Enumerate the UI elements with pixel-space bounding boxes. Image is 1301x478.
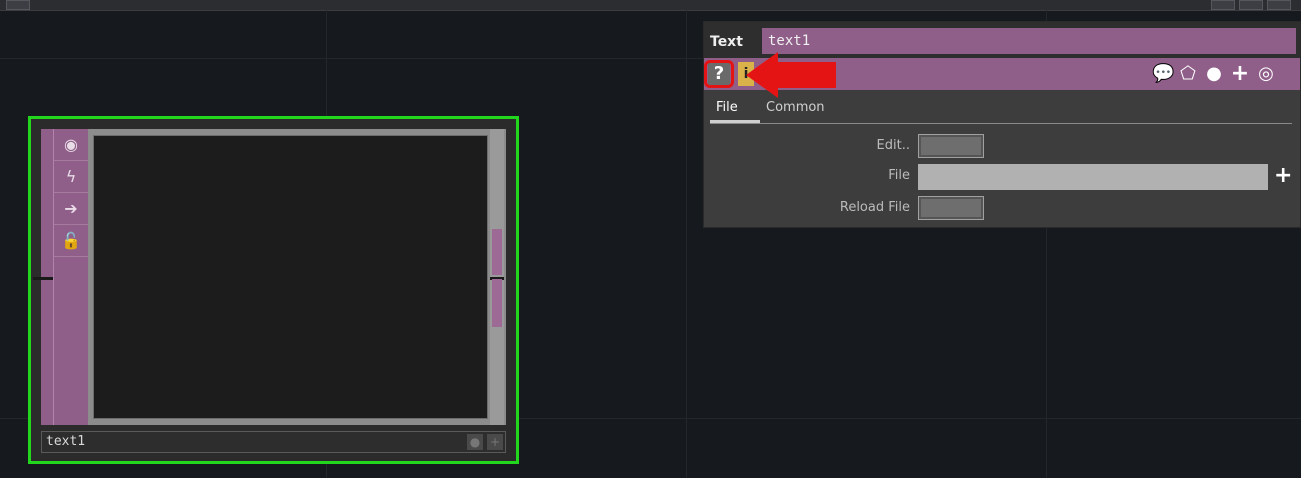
window-minimize-button[interactable] bbox=[1211, 0, 1235, 10]
window-maximize-button[interactable] bbox=[1239, 0, 1263, 10]
node-body: ◉ ϟ ➔ 🔓 bbox=[33, 129, 506, 425]
edit-button[interactable] bbox=[918, 134, 984, 158]
operator-type-label: Text bbox=[710, 34, 743, 50]
comment-icon[interactable]: 💬 bbox=[1152, 64, 1174, 84]
node-input-connector[interactable] bbox=[33, 277, 53, 280]
python-icon[interactable]: ● bbox=[1204, 64, 1224, 84]
param-label-reload: Reload File bbox=[839, 200, 910, 215]
add-icon[interactable]: + bbox=[1230, 63, 1250, 85]
file-path-field[interactable] bbox=[918, 164, 1268, 190]
node-label-bar[interactable]: text1 ● + bbox=[41, 431, 506, 453]
file-browse-icon[interactable]: + bbox=[1274, 164, 1292, 188]
node-add-icon[interactable]: + bbox=[487, 434, 503, 450]
param-row-reload: Reload File bbox=[704, 194, 1300, 222]
tab-divider bbox=[710, 123, 1292, 124]
window-close-button[interactable] bbox=[1267, 0, 1291, 10]
cook-icon[interactable]: ϟ bbox=[54, 161, 88, 193]
param-label-file: File bbox=[888, 168, 910, 183]
node-bypass-icon[interactable]: ● bbox=[467, 434, 483, 450]
reload-file-button[interactable] bbox=[918, 196, 984, 220]
node-scrollbar[interactable] bbox=[490, 129, 504, 425]
window-menu-button[interactable] bbox=[6, 0, 30, 10]
scroll-thumb-upper[interactable] bbox=[492, 229, 502, 275]
window-top-bar bbox=[0, 0, 1301, 11]
scroll-thumb-lower[interactable] bbox=[492, 279, 502, 327]
clone-icon[interactable]: ⬠ bbox=[1178, 64, 1198, 84]
target-icon[interactable]: ◎ bbox=[1256, 64, 1276, 84]
viewer-toggle-icon[interactable]: ◉ bbox=[54, 129, 88, 161]
tab-file[interactable]: File bbox=[716, 100, 738, 115]
help-button-highlight bbox=[704, 60, 734, 88]
arrow-right-icon[interactable]: ➔ bbox=[54, 193, 88, 225]
operator-name-field[interactable]: text1 bbox=[762, 28, 1296, 54]
text-node[interactable]: ◉ ϟ ➔ 🔓 text1 ● + bbox=[28, 116, 519, 464]
param-row-file: File + bbox=[704, 162, 1300, 190]
param-label-edit: Edit.. bbox=[876, 138, 910, 153]
lock-icon[interactable]: 🔓 bbox=[54, 225, 88, 257]
tab-common[interactable]: Common bbox=[766, 100, 825, 115]
node-label: text1 bbox=[46, 434, 86, 449]
node-side-toolbar: ◉ ϟ ➔ 🔓 bbox=[53, 129, 88, 425]
node-viewer[interactable] bbox=[93, 135, 488, 419]
annotation-arrow-icon bbox=[746, 52, 836, 98]
param-row-edit: Edit.. bbox=[704, 132, 1300, 160]
